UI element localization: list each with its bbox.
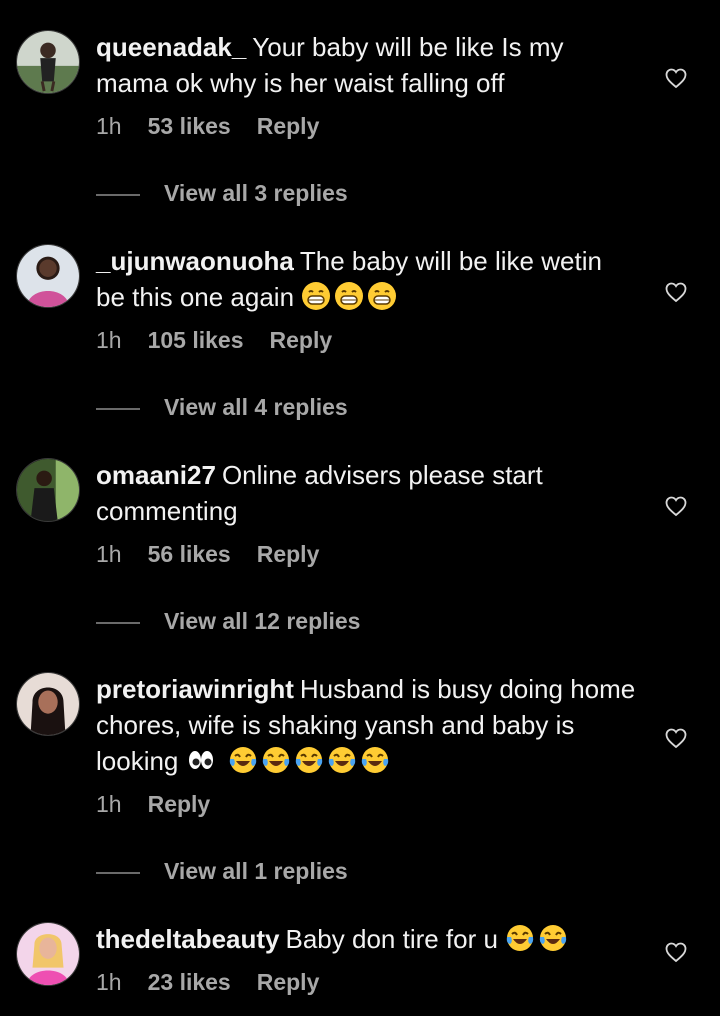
comment-text: omaani27 Online advisers please start com… [96, 457, 636, 529]
comment-meta: 1h 56 likes Reply [96, 541, 345, 568]
avatar[interactable] [16, 922, 80, 986]
view-replies-label: View all 12 replies [164, 608, 361, 634]
comment-username[interactable]: thedeltabeauty [96, 924, 280, 954]
comment-username[interactable]: omaani27 [96, 460, 216, 490]
emoji-group [301, 282, 400, 312]
view-replies-label: View all 3 replies [164, 180, 348, 206]
likes-count[interactable]: 23 likes [148, 969, 231, 995]
comment-text: _ujunwaonuoha The baby will be like wetin… [96, 243, 636, 315]
tears-of-joy-emoji [328, 747, 355, 773]
tears-of-joy-emoji [361, 747, 388, 773]
view-replies-button[interactable]: View all 4 replies [96, 394, 348, 421]
reply-button[interactable]: Reply [148, 791, 211, 817]
reply-button[interactable]: Reply [257, 541, 320, 567]
comment-text: thedeltabeauty Baby don tire for u [96, 921, 636, 957]
eyes-emoji [188, 751, 213, 769]
likes-count[interactable]: 105 likes [148, 327, 244, 353]
view-replies-label: View all 1 replies [164, 858, 348, 884]
grin-emoji [302, 282, 331, 310]
comment-text: pretoriawinright Husband is busy doing ho… [96, 671, 636, 779]
comment-username[interactable]: _ujunwaonuoha [96, 246, 294, 276]
view-replies-button[interactable]: View all 1 replies [96, 858, 348, 885]
comment-time: 1h [96, 327, 122, 353]
replies-divider [96, 871, 140, 874]
reply-button[interactable]: Reply [257, 969, 320, 995]
comment-time: 1h [96, 791, 122, 817]
comment-text: queenadak_ Your baby will be like Is my m… [96, 29, 636, 101]
comment-time: 1h [96, 113, 122, 139]
grin-emoji [368, 282, 397, 310]
emoji-group [505, 924, 571, 954]
view-replies-button[interactable]: View all 3 replies [96, 180, 348, 207]
comment-meta: 1h 53 likes Reply [96, 113, 345, 140]
heart-icon[interactable] [664, 280, 688, 304]
comment-meta: 1h 105 likes Reply [96, 327, 358, 354]
heart-icon[interactable] [664, 940, 688, 964]
reply-button[interactable]: Reply [257, 113, 320, 139]
tears-of-joy-emoji [540, 925, 567, 951]
likes-count[interactable]: 53 likes [148, 113, 231, 139]
avatar[interactable] [16, 458, 80, 522]
comment-time: 1h [96, 969, 122, 995]
replies-divider [96, 621, 140, 624]
avatar[interactable] [16, 30, 80, 94]
heart-icon[interactable] [664, 66, 688, 90]
tears-of-joy-emoji [507, 925, 534, 951]
view-replies-button[interactable]: View all 12 replies [96, 608, 360, 635]
avatar[interactable] [16, 672, 80, 736]
comment-username[interactable]: pretoriawinright [96, 674, 294, 704]
likes-count[interactable]: 56 likes [148, 541, 231, 567]
comment-body: Baby don tire for u [285, 924, 498, 954]
replies-divider [96, 193, 140, 196]
replies-divider [96, 407, 140, 410]
comment-username[interactable]: queenadak_ [96, 32, 246, 62]
avatar[interactable] [16, 244, 80, 308]
comment-meta: 1h Reply [96, 791, 236, 818]
tears-of-joy-emoji [295, 747, 322, 773]
tears-of-joy-emoji [262, 747, 289, 773]
heart-icon[interactable] [664, 726, 688, 750]
view-replies-label: View all 4 replies [164, 394, 348, 420]
tears-of-joy-emoji [229, 747, 256, 773]
comment-time: 1h [96, 541, 122, 567]
comment-meta: 1h 23 likes Reply [96, 969, 345, 996]
grin-emoji [335, 282, 364, 310]
reply-button[interactable]: Reply [270, 327, 333, 353]
emoji-group [186, 746, 393, 776]
heart-icon[interactable] [664, 494, 688, 518]
